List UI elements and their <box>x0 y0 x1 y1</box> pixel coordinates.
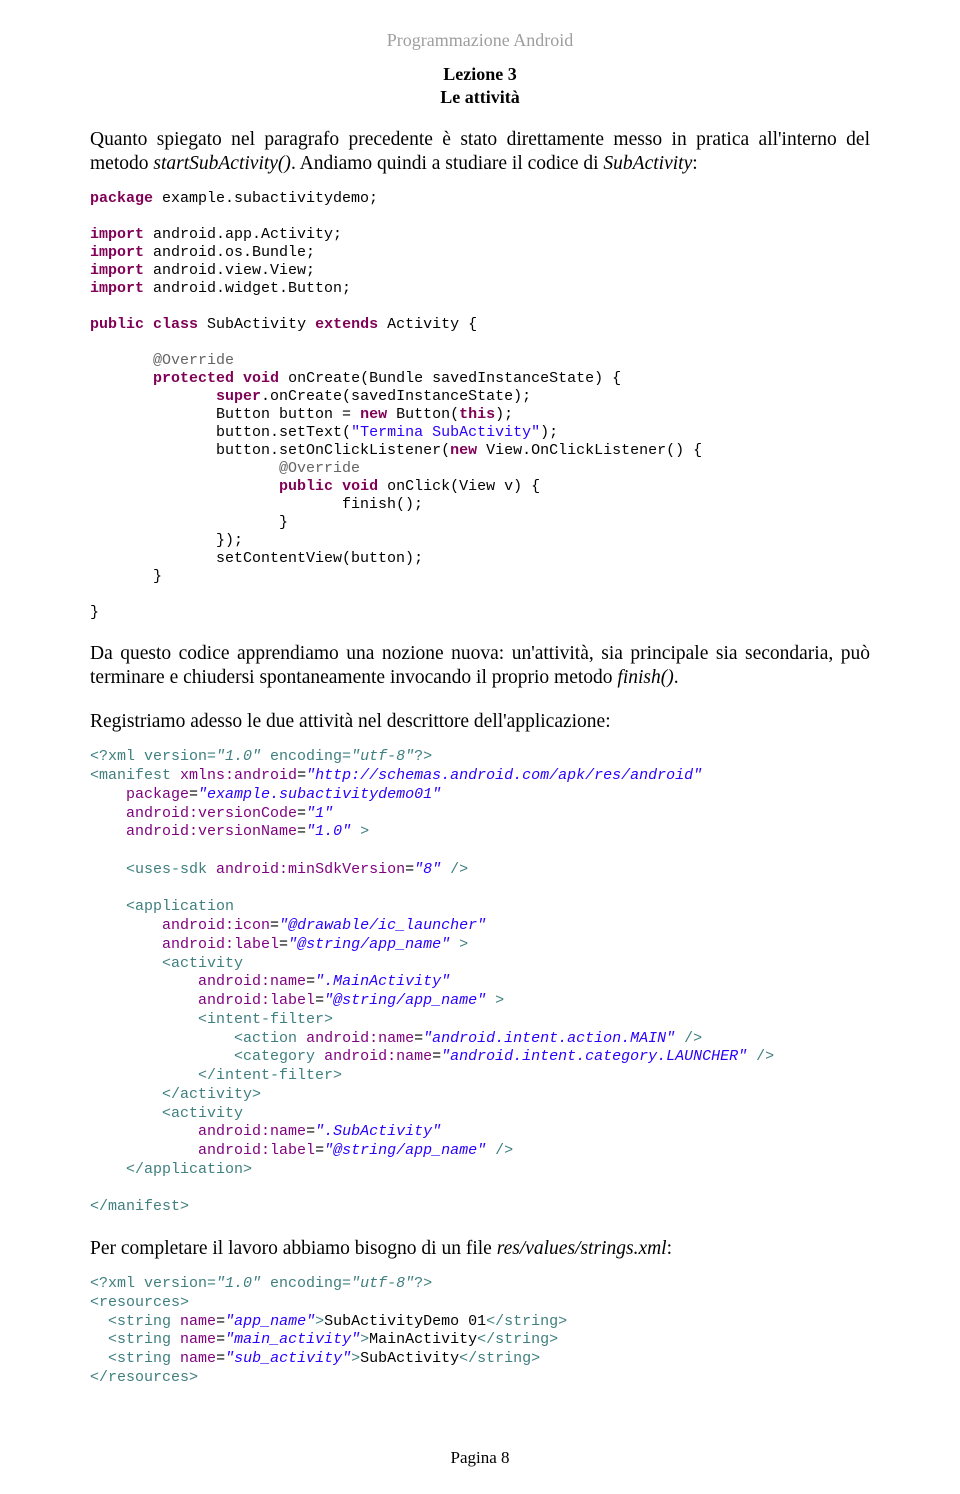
paragraph-3: Registriamo adesso le due attività nel d… <box>90 710 870 734</box>
code-block-strings: <?xml version="1.0" encoding="utf-8"?> <… <box>90 1275 870 1388</box>
lesson-header: Lezione 3 Le attività <box>90 63 870 108</box>
code-block-manifest: <?xml version="1.0" encoding="utf-8"?> <… <box>90 748 870 1217</box>
paragraph-4: Per completare il lavoro abbiamo bisogno… <box>90 1237 870 1261</box>
page-footer: Pagina 8 <box>0 1448 960 1468</box>
code-block-java: package example.subactivitydemo; import … <box>90 190 870 622</box>
paragraph-1: Quanto spiegato nel paragrafo precedente… <box>90 128 870 177</box>
lesson-line2: Le attività <box>440 87 519 107</box>
paragraph-2: Da questo codice apprendiamo una nozione… <box>90 642 870 691</box>
lesson-line1: Lezione 3 <box>443 64 517 84</box>
course-header: Programmazione Android <box>90 30 870 51</box>
